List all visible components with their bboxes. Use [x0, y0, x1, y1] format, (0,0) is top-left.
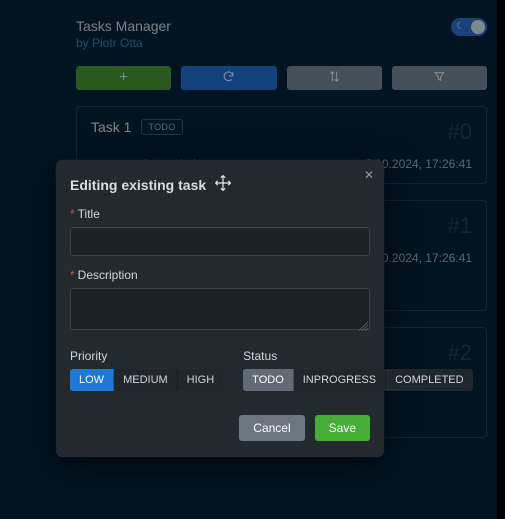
sort-button[interactable]: [287, 66, 382, 90]
app-title: Tasks Manager: [76, 18, 171, 34]
move-icon[interactable]: [214, 174, 232, 195]
refresh-button[interactable]: [181, 66, 276, 90]
status-col: Status TODO INPROGRESS COMPLETED: [243, 349, 472, 391]
sort-icon: [328, 70, 341, 86]
edit-task-modal: ✕ Editing existing task *Title *Descript…: [56, 160, 384, 457]
right-edge-strip: [497, 0, 505, 519]
close-icon[interactable]: ✕: [364, 168, 374, 182]
status-option-completed[interactable]: COMPLETED: [386, 369, 472, 391]
moon-icon: ☾: [456, 21, 465, 32]
status-badge: TODO: [141, 119, 182, 135]
title-input[interactable]: [70, 227, 370, 256]
dark-mode-toggle[interactable]: ☾: [451, 18, 487, 36]
priority-status-row: Priority LOW MEDIUM HIGH Status TODO INP…: [70, 349, 370, 391]
required-mark: *: [70, 268, 75, 282]
textarea-wrap: [70, 288, 370, 333]
task-number: #0: [448, 119, 472, 145]
toolbar: [76, 66, 487, 90]
filter-button[interactable]: [392, 66, 487, 90]
priority-segmented: LOW MEDIUM HIGH: [70, 369, 223, 391]
title-field: *Title: [70, 207, 370, 256]
header: Tasks Manager by Piotr Otta ☾: [76, 18, 487, 50]
task-title: Task 1: [91, 119, 131, 135]
modal-actions: Cancel Save: [70, 415, 370, 441]
status-segmented: TODO INPROGRESS COMPLETED: [243, 369, 472, 391]
plus-icon: [117, 70, 130, 86]
add-button[interactable]: [76, 66, 171, 90]
title-label: *Title: [70, 207, 370, 221]
priority-heading: Priority: [70, 349, 223, 363]
required-mark: *: [70, 207, 75, 221]
task-number: #1: [448, 213, 472, 239]
status-heading: Status: [243, 349, 472, 363]
modal-title-row: Editing existing task: [70, 174, 370, 195]
description-input[interactable]: [70, 288, 370, 330]
priority-option-low[interactable]: LOW: [70, 369, 114, 391]
task-head: Task 1 TODO #0: [91, 119, 472, 145]
priority-col: Priority LOW MEDIUM HIGH: [70, 349, 223, 391]
modal-title: Editing existing task: [70, 177, 206, 193]
cancel-button[interactable]: Cancel: [239, 415, 304, 441]
toggle-knob: [471, 20, 485, 34]
status-option-todo[interactable]: TODO: [243, 369, 294, 391]
save-button[interactable]: Save: [315, 415, 370, 441]
filter-icon: [433, 70, 446, 86]
app-author: by Piotr Otta: [76, 36, 171, 50]
header-titles: Tasks Manager by Piotr Otta: [76, 18, 171, 50]
description-field: *Description: [70, 268, 370, 333]
status-option-inprogress[interactable]: INPROGRESS: [294, 369, 386, 391]
priority-option-medium[interactable]: MEDIUM: [114, 369, 178, 391]
priority-option-high[interactable]: HIGH: [178, 369, 224, 391]
description-label: *Description: [70, 268, 370, 282]
task-title-row: Task 1 TODO: [91, 119, 183, 135]
refresh-icon: [222, 70, 235, 86]
